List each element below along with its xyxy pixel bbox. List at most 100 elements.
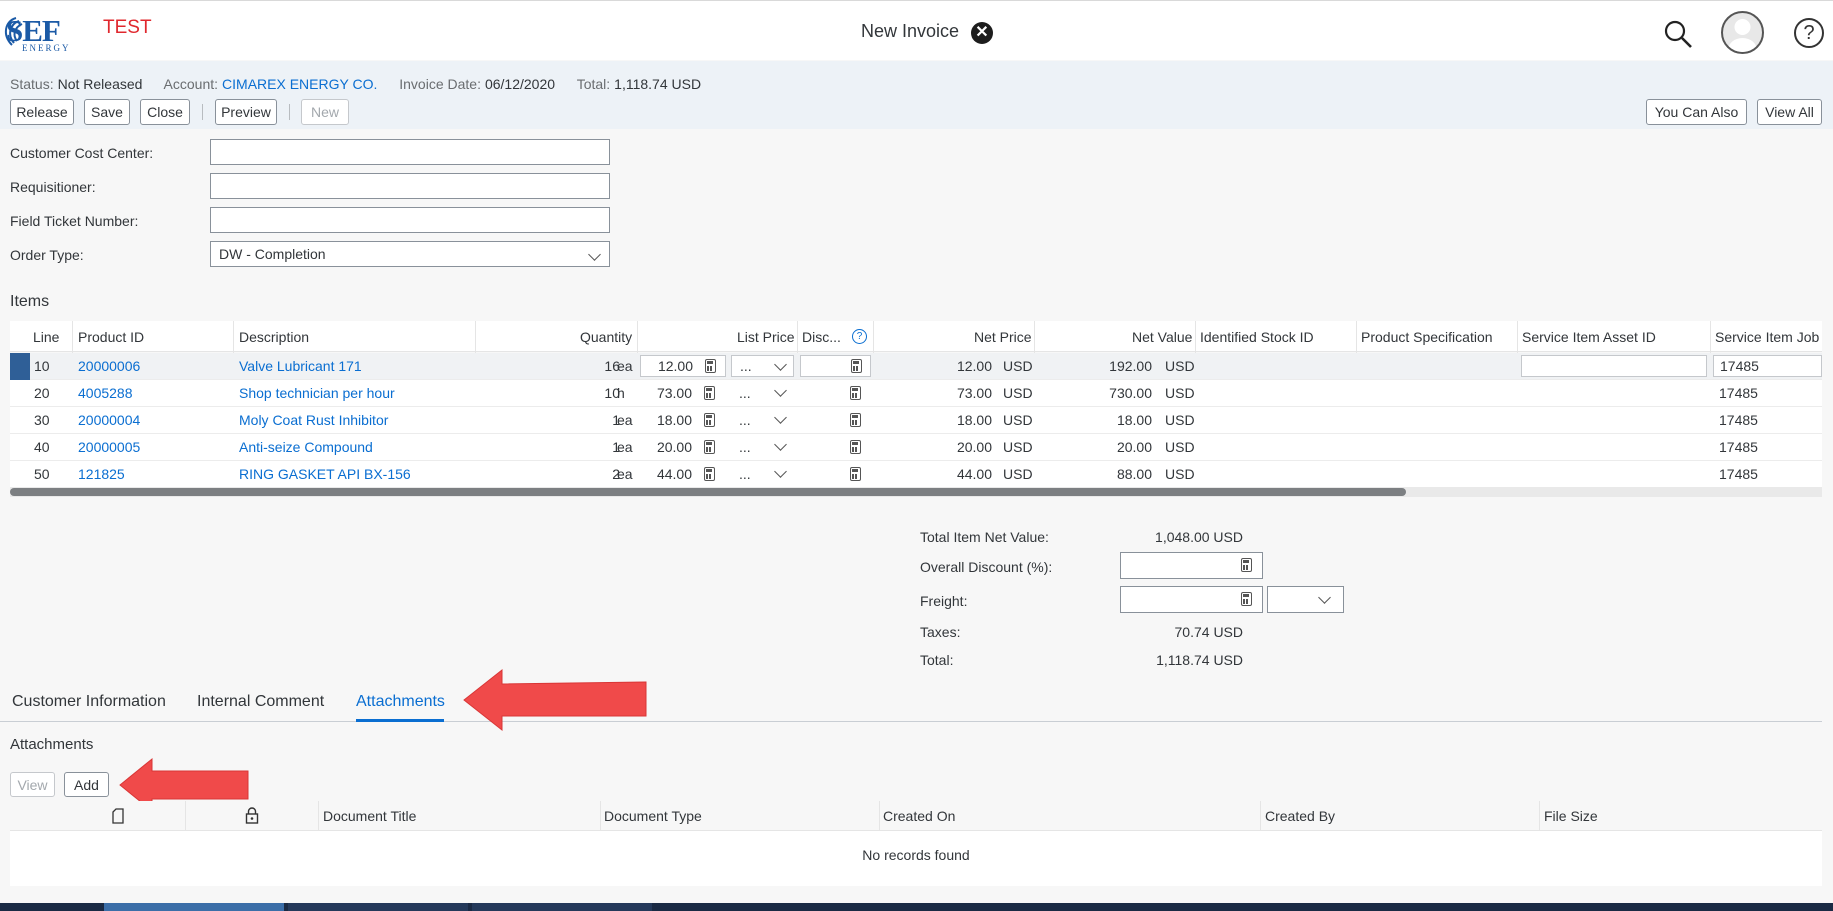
requisitioner-input[interactable]: [210, 173, 610, 199]
field-ticket-input[interactable]: [210, 207, 610, 233]
preview-button[interactable]: Preview: [215, 99, 277, 125]
calculator-icon[interactable]: [704, 467, 715, 481]
product-id-link[interactable]: 4005288: [78, 385, 133, 401]
taskbar-item[interactable]: [472, 903, 652, 911]
service-job-value[interactable]: 17485: [1719, 439, 1758, 455]
calculator-icon[interactable]: [705, 359, 716, 373]
description-link[interactable]: RING GASKET API BX-156: [239, 466, 411, 482]
taskbar-item[interactable]: [288, 903, 468, 911]
currency-select[interactable]: ...: [731, 355, 794, 377]
release-button[interactable]: Release: [10, 99, 74, 125]
col-quantity[interactable]: Quantity: [580, 329, 632, 345]
col-product-spec[interactable]: Product Specification: [1361, 329, 1493, 345]
calculator-icon[interactable]: [850, 413, 861, 427]
account-link[interactable]: CIMAREX ENERGY CO.: [222, 76, 377, 92]
calculator-icon[interactable]: [850, 467, 861, 481]
currency-value[interactable]: ...: [739, 439, 751, 455]
new-button[interactable]: New: [301, 99, 349, 125]
taxes-value: 70.74 USD: [1174, 624, 1243, 640]
add-button[interactable]: Add: [64, 772, 109, 797]
list-price-value[interactable]: 18.00: [640, 412, 692, 428]
close-icon[interactable]: ✕: [971, 22, 993, 44]
view-all-button[interactable]: View All: [1757, 99, 1822, 125]
service-job-value[interactable]: 17485: [1719, 412, 1758, 428]
currency-value[interactable]: ...: [739, 466, 751, 482]
col-line[interactable]: Line: [33, 329, 59, 345]
you-can-also-button[interactable]: You Can Also: [1646, 99, 1747, 125]
description-link[interactable]: Anti-seize Compound: [239, 439, 373, 455]
description-link[interactable]: Valve Lubricant 171: [239, 358, 362, 374]
save-button[interactable]: Save: [84, 99, 130, 125]
col-list-price[interactable]: List Price: [737, 329, 795, 345]
freight-input[interactable]: [1120, 586, 1263, 613]
scrollbar-thumb[interactable]: [10, 488, 1406, 496]
col-created-by[interactable]: Created By: [1265, 808, 1335, 824]
info-help-icon[interactable]: ?: [852, 329, 867, 344]
order-type-select[interactable]: DW - Completion: [210, 241, 610, 267]
view-button[interactable]: View: [10, 772, 55, 797]
table-row[interactable]: 20 4005288 Shop technician per hour 10 h…: [10, 380, 1822, 407]
calculator-icon[interactable]: [850, 440, 861, 454]
no-records-message: No records found: [862, 847, 970, 863]
col-net-price[interactable]: Net Price: [974, 329, 1032, 345]
freight-currency-select[interactable]: [1267, 586, 1344, 613]
col-product-id[interactable]: Product ID: [78, 329, 144, 345]
close-button[interactable]: Close: [140, 99, 190, 125]
list-price-value[interactable]: 44.00: [640, 466, 692, 482]
list-price-value[interactable]: 20.00: [640, 439, 692, 455]
col-file-size[interactable]: File Size: [1544, 808, 1598, 824]
chevron-down-icon[interactable]: [774, 438, 787, 451]
asset-id-input[interactable]: [1521, 355, 1707, 377]
company-logo[interactable]: SEF ENERGY: [0, 11, 82, 55]
overall-discount-input[interactable]: [1120, 552, 1263, 579]
calculator-icon[interactable]: [704, 386, 715, 400]
service-job-value[interactable]: 17485: [1719, 385, 1758, 401]
row-selector[interactable]: [10, 353, 30, 380]
calculator-icon[interactable]: [1241, 558, 1252, 572]
col-asset-id[interactable]: Service Item Asset ID: [1522, 329, 1656, 345]
currency-value[interactable]: ...: [739, 385, 751, 401]
tab-internal-comment[interactable]: Internal Comment: [197, 693, 324, 711]
col-discount[interactable]: Disc...: [802, 329, 841, 345]
col-document-type[interactable]: Document Type: [604, 808, 702, 824]
taskbar-item[interactable]: [104, 903, 284, 911]
search-icon[interactable]: [1663, 19, 1693, 49]
tab-attachments[interactable]: Attachments: [356, 693, 445, 711]
calculator-icon[interactable]: [851, 359, 862, 373]
horizontal-scrollbar[interactable]: [10, 487, 1822, 497]
col-net-value[interactable]: Net Value: [1132, 329, 1192, 345]
list-price-value[interactable]: 73.00: [640, 385, 692, 401]
chevron-down-icon[interactable]: [774, 411, 787, 424]
description-link[interactable]: Shop technician per hour: [239, 385, 395, 401]
col-document-title[interactable]: Document Title: [323, 808, 416, 824]
cost-center-input[interactable]: [210, 139, 610, 165]
calculator-icon[interactable]: [704, 413, 715, 427]
currency-value[interactable]: ...: [739, 412, 751, 428]
col-created-on[interactable]: Created On: [883, 808, 955, 824]
tab-customer-information[interactable]: Customer Information: [12, 693, 166, 711]
table-row[interactable]: 30 20000004 Moly Coat Rust Inhibitor 1 e…: [10, 407, 1822, 434]
product-id-link[interactable]: 121825: [78, 466, 125, 482]
account-label: Account:: [163, 76, 219, 92]
col-description[interactable]: Description: [239, 329, 309, 345]
col-identified-stock[interactable]: Identified Stock ID: [1200, 329, 1314, 345]
chevron-down-icon[interactable]: [774, 384, 787, 397]
col-service-job[interactable]: Service Item Job: [1715, 329, 1819, 345]
help-icon[interactable]: ?: [1794, 18, 1824, 48]
discount-input[interactable]: [800, 355, 871, 377]
user-avatar[interactable]: [1721, 11, 1764, 54]
table-row[interactable]: 10 20000006 Valve Lubricant 171 16 ea 12…: [10, 353, 1822, 380]
table-row[interactable]: 40 20000005 Anti-seize Compound 1 ea 20.…: [10, 434, 1822, 461]
description-link[interactable]: Moly Coat Rust Inhibitor: [239, 412, 388, 428]
calculator-icon[interactable]: [1241, 592, 1252, 606]
chevron-down-icon[interactable]: [774, 465, 787, 478]
calculator-icon[interactable]: [704, 440, 715, 454]
table-row[interactable]: 50 121825 RING GASKET API BX-156 2 ea 44…: [10, 461, 1822, 488]
product-id-link[interactable]: 20000006: [78, 358, 140, 374]
calculator-icon[interactable]: [850, 386, 861, 400]
product-id-link[interactable]: 20000005: [78, 439, 140, 455]
service-job-input[interactable]: 17485: [1713, 355, 1822, 377]
service-job-value[interactable]: 17485: [1719, 466, 1758, 482]
product-id-link[interactable]: 20000004: [78, 412, 140, 428]
list-price-input[interactable]: 12.00: [640, 355, 726, 377]
